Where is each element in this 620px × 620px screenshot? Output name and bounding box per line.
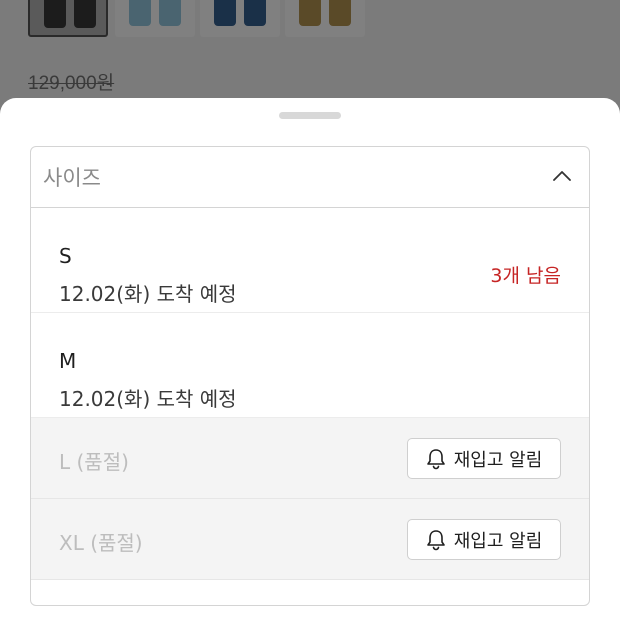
color-thumbnail-light-blue bbox=[115, 0, 195, 37]
color-thumbnail-olive bbox=[285, 0, 365, 37]
delivery-eta: 12.02(화) 도착 예정 bbox=[59, 387, 237, 411]
restock-alert-label: 재입고 알림 bbox=[453, 530, 543, 552]
size-bottom-sheet: 사이즈 S 12.02(화) 도착 예정 3개 남음 M 12.02(화) 도착… bbox=[0, 98, 620, 620]
size-option-label: S bbox=[59, 244, 72, 268]
restock-alert-label: 재입고 알림 bbox=[453, 449, 543, 471]
size-option-s[interactable]: S 12.02(화) 도착 예정 3개 남음 bbox=[31, 208, 589, 313]
size-select-header[interactable]: 사이즈 bbox=[31, 147, 589, 208]
restock-alert-button[interactable]: 재입고 알림 bbox=[407, 438, 561, 479]
color-thumbnail-navy bbox=[200, 0, 280, 37]
delivery-eta: 12.02(화) 도착 예정 bbox=[59, 282, 237, 306]
size-option-label: L (품절) bbox=[59, 450, 129, 474]
size-select-placeholder: 사이즈 bbox=[43, 166, 101, 190]
size-option-label: M bbox=[59, 349, 77, 373]
color-thumbnail-black bbox=[28, 0, 108, 37]
size-option-xl-soldout: XL (품절) 재입고 알림 bbox=[31, 499, 589, 580]
size-option-l-soldout: L (품절) 재입고 알림 bbox=[31, 418, 589, 499]
bell-icon bbox=[426, 448, 445, 469]
sheet-drag-handle[interactable] bbox=[279, 112, 341, 119]
size-option-m[interactable]: M 12.02(화) 도착 예정 bbox=[31, 313, 589, 418]
original-price: 129,000원 bbox=[28, 73, 115, 94]
stock-remaining-badge: 3개 남음 bbox=[490, 265, 561, 287]
chevron-up-icon[interactable] bbox=[553, 169, 571, 183]
size-option-label: XL (품절) bbox=[59, 531, 143, 555]
size-select: 사이즈 S 12.02(화) 도착 예정 3개 남음 M 12.02(화) 도착… bbox=[30, 146, 590, 606]
restock-alert-button[interactable]: 재입고 알림 bbox=[407, 519, 561, 560]
bell-icon bbox=[426, 529, 445, 550]
